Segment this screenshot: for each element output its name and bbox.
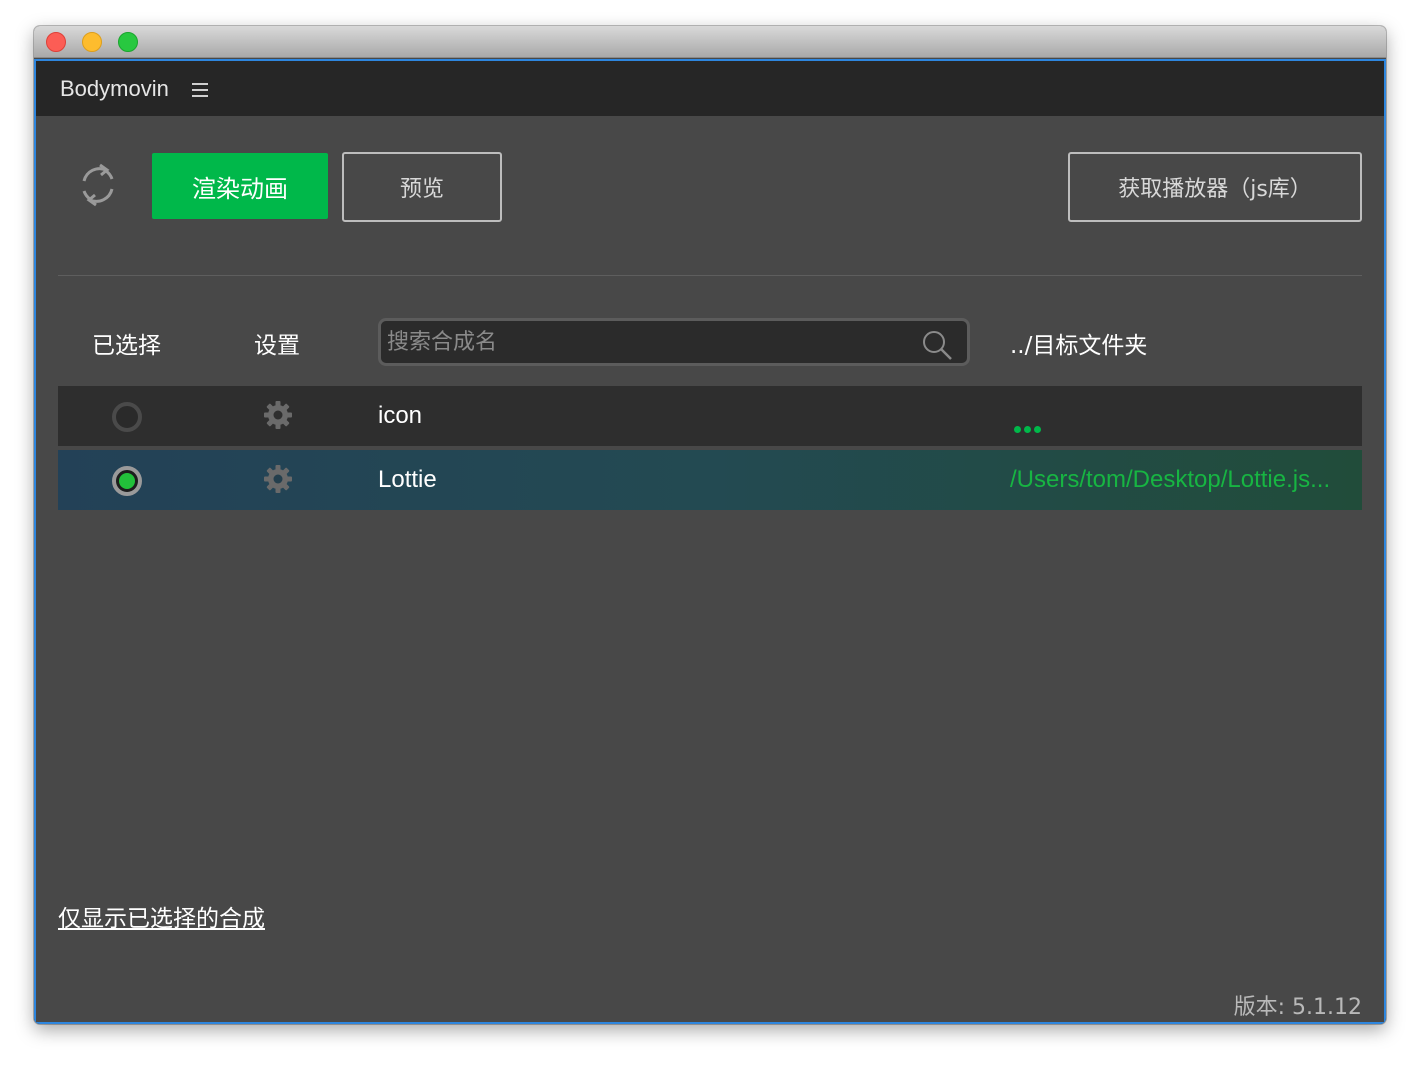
gear-icon[interactable] — [263, 400, 293, 430]
toolbar-divider — [58, 275, 1362, 276]
panel-header: Bodymovin — [36, 61, 1384, 116]
refresh-icon[interactable] — [76, 161, 120, 209]
app-window: Bodymovin 渲染动画 预览 获取播放器（js库） 已选择 设置 .. — [34, 26, 1386, 1024]
composition-name: icon — [378, 402, 423, 429]
show-selected-only-link[interactable]: 仅显示已选择的合成 — [58, 899, 265, 933]
get-player-button[interactable]: 获取播放器（js库） — [1068, 152, 1362, 222]
column-header-settings: 设置 — [254, 333, 300, 359]
search-icon — [923, 331, 952, 360]
hamburger-icon[interactable] — [192, 83, 208, 97]
column-header-destination: ../目标文件夹 — [1010, 333, 1148, 359]
column-header-selected: 已选择 — [92, 333, 161, 359]
choose-destination-button[interactable] — [1014, 420, 1044, 438]
select-radio[interactable] — [112, 402, 142, 432]
window-titlebar[interactable] — [34, 26, 1386, 58]
composition-row[interactable]: icon — [58, 386, 1362, 446]
render-animation-button[interactable]: 渲染动画 — [152, 153, 328, 219]
gear-icon[interactable] — [263, 464, 293, 494]
composition-row[interactable]: Lottie /Users/tom/Desktop/Lottie.js... — [58, 450, 1362, 510]
version-label: 版本: 5.1.12 — [1233, 995, 1362, 1020]
close-window-button[interactable] — [46, 32, 66, 52]
search-box[interactable] — [378, 318, 970, 366]
select-radio[interactable] — [112, 466, 142, 496]
destination-path[interactable]: /Users/tom/Desktop/Lottie.js... — [1010, 466, 1350, 494]
composition-name: Lottie — [378, 466, 437, 493]
bodymovin-panel: Bodymovin 渲染动画 预览 获取播放器（js库） 已选择 设置 .. — [34, 59, 1386, 1024]
minimize-window-button[interactable] — [82, 32, 102, 52]
panel-title: Bodymovin — [60, 76, 169, 101]
preview-button[interactable]: 预览 — [342, 152, 502, 222]
zoom-window-button[interactable] — [118, 32, 138, 52]
search-input[interactable] — [387, 325, 907, 359]
radio-selected-dot — [119, 473, 135, 489]
